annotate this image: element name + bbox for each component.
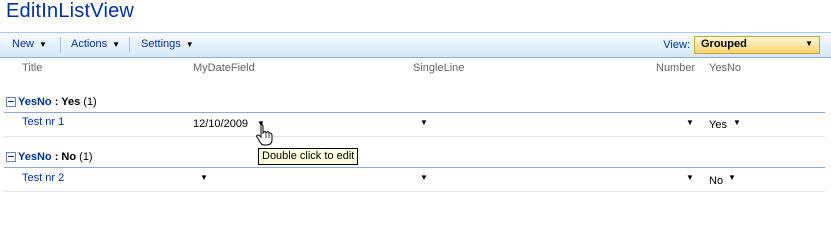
view-select[interactable]: Grouped ▼: [694, 36, 820, 54]
dropdown-caret-icon[interactable]: ▼: [686, 173, 694, 182]
column-header-number[interactable]: Number: [656, 62, 695, 74]
toolbar-divider: [60, 37, 61, 53]
mydatefield-value[interactable]: 12/10/2009: [193, 118, 248, 130]
settings-caret-icon: ▼: [185, 40, 194, 49]
collapse-minus-icon[interactable]: [6, 152, 16, 162]
row-divider: [4, 136, 825, 137]
view-label: View:: [663, 39, 690, 51]
view-select-caret-icon: ▼: [805, 39, 813, 48]
settings-label: Settings: [141, 38, 181, 50]
settings-menu-button[interactable]: Settings ▼: [141, 38, 194, 50]
yesno-value[interactable]: Yes: [709, 119, 727, 131]
group-label: YesNo : No (1): [18, 151, 93, 163]
column-header-yesno[interactable]: YesNo: [709, 62, 741, 74]
group-value: Yes: [61, 96, 81, 108]
item-title-link[interactable]: Test nr 2: [22, 172, 64, 184]
column-header-title[interactable]: Title: [22, 62, 42, 74]
item-title-link[interactable]: Test nr 1: [22, 116, 64, 128]
group-count: (1): [80, 96, 97, 108]
dropdown-caret-icon[interactable]: ▼: [728, 173, 736, 182]
group-field-name: YesNo: [18, 151, 52, 163]
dropdown-caret-icon[interactable]: ▼: [733, 118, 741, 127]
view-select-value: Grouped: [701, 38, 747, 50]
group-value: No: [61, 151, 77, 163]
actions-menu-button[interactable]: Actions ▼: [71, 38, 120, 50]
edit-tooltip: Double click to edit: [258, 148, 359, 165]
group-header-yes[interactable]: YesNo : Yes (1): [4, 94, 825, 113]
dropdown-caret-icon[interactable]: ▼: [420, 118, 428, 127]
actions-label: Actions: [71, 38, 108, 50]
actions-caret-icon: ▼: [112, 40, 120, 49]
new-menu-button[interactable]: New ▼: [12, 38, 47, 50]
group-label: YesNo : Yes (1): [18, 96, 97, 108]
group-separator: :: [51, 96, 62, 108]
dropdown-caret-icon[interactable]: ▼: [200, 173, 208, 182]
dropdown-caret-icon[interactable]: ▼: [686, 118, 694, 127]
group-count: (1): [76, 151, 93, 163]
new-caret-icon: ▼: [39, 40, 47, 49]
toolbar-divider: [129, 37, 130, 53]
new-label: New: [12, 38, 35, 50]
row-divider: [4, 191, 825, 192]
hand-pointer-icon: [256, 124, 273, 146]
group-separator: :: [51, 151, 62, 163]
yesno-value[interactable]: No: [709, 175, 723, 187]
group-field-name: YesNo: [18, 96, 52, 108]
list-toolbar: New ▼ Actions ▼ Settings ▼ View: Grouped ▼: [0, 32, 831, 58]
collapse-minus-icon[interactable]: [6, 97, 16, 107]
page-title: EditInListView: [6, 0, 135, 22]
column-header-singleline[interactable]: SingleLine: [413, 62, 464, 74]
column-header-mydatefield[interactable]: MyDateField: [193, 62, 255, 74]
dropdown-caret-icon[interactable]: ▼: [420, 173, 428, 182]
group-header-no[interactable]: YesNo : No (1): [4, 149, 825, 168]
